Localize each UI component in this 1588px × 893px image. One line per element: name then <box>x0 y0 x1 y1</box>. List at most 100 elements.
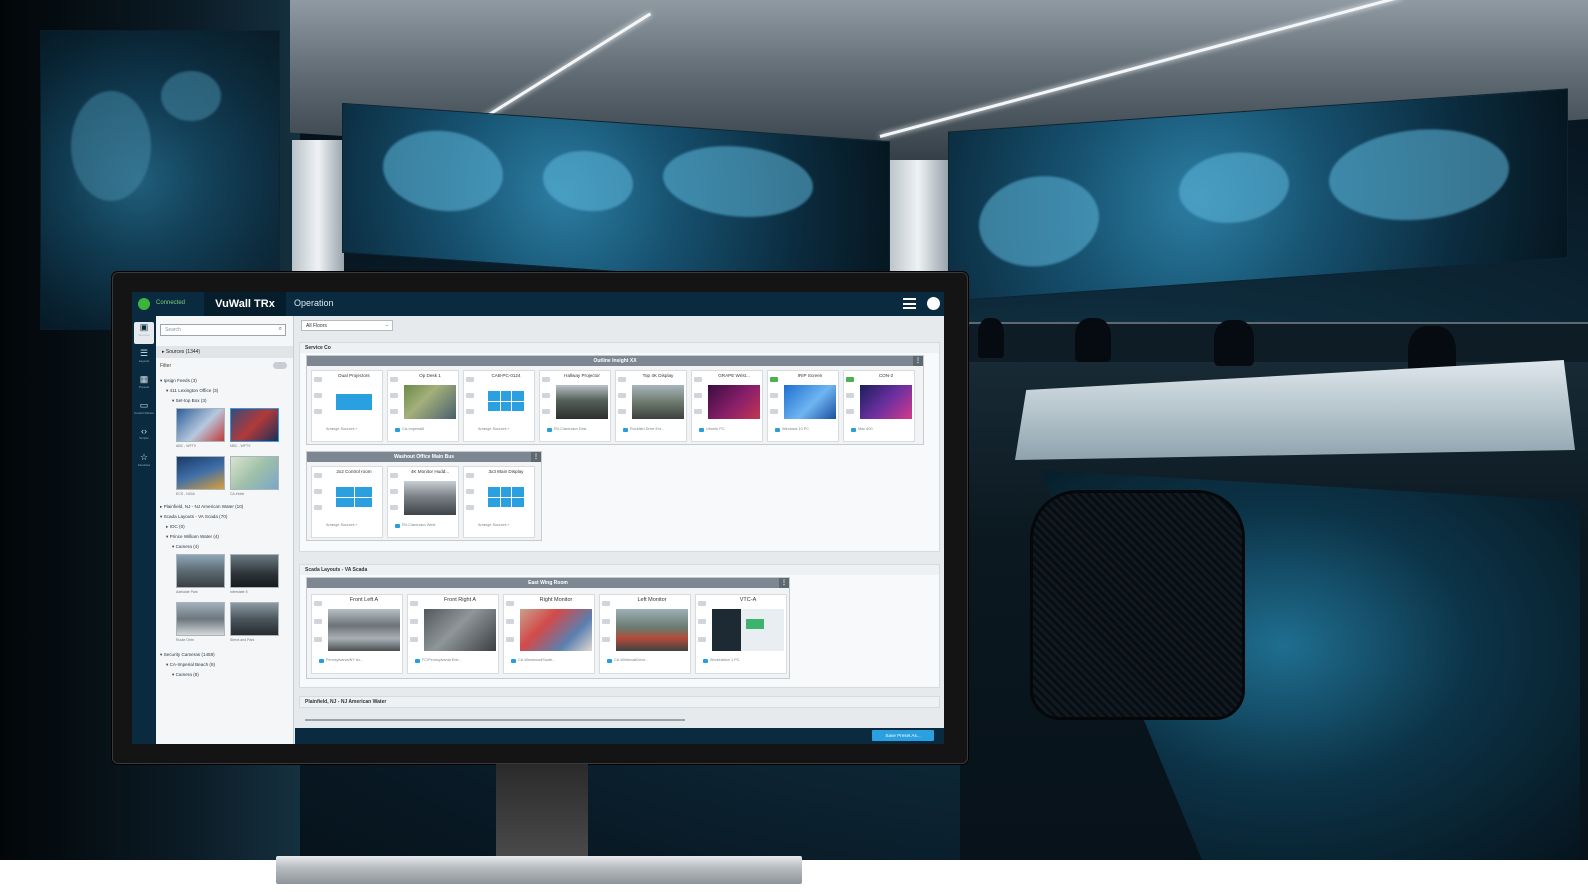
source-thumbnail[interactable] <box>176 456 225 490</box>
rail-scripts[interactable]: ‹› Scripts <box>134 426 154 448</box>
sources-header[interactable]: ▸ Sources (1344) <box>156 346 293 358</box>
tree-node[interactable]: ▸ IOC (0) <box>166 524 185 530</box>
section-title: Scada Layouts - VA Scada <box>300 565 939 575</box>
rail-control-panels[interactable]: ▭ Control Panels <box>134 400 154 422</box>
display-tile[interactable]: CON-2 Mac 800 <box>843 370 915 442</box>
rail-layouts[interactable]: ☰ Layouts <box>134 348 154 370</box>
source-preview <box>784 385 836 419</box>
display-tile[interactable]: Top 4K Display Rockfish Drive Ext... <box>615 370 687 442</box>
tree-node[interactable]: ▾ Prince William Water (4) <box>166 534 219 540</box>
display-tile[interactable]: Front Right A FC/Pennsylvania Entr... <box>407 594 499 674</box>
display-tile[interactable]: Dual Projectors Arrange Sources + <box>311 370 383 442</box>
source-thumbnail[interactable] <box>230 408 279 442</box>
kebab-menu-icon[interactable]: ⋮ <box>531 452 541 462</box>
source-preview <box>632 385 684 419</box>
layout-preview <box>480 481 532 515</box>
display-tile[interactable]: 4K Monitor Hudd... RV-Clarendon West <box>387 466 459 538</box>
bottom-bar: Save Preset As... <box>295 728 944 744</box>
source-thumbnail[interactable] <box>176 554 225 588</box>
search-input[interactable]: Search ⌕ <box>160 324 286 336</box>
chevron-down-icon: ⌄ <box>384 322 389 328</box>
wall-group: Outline Insight XX ⋮ Dual Projectors Arran… <box>306 355 924 445</box>
display-tile[interactable]: Hallway Projector RV-Clarendon East <box>539 370 611 442</box>
chair <box>978 318 1004 358</box>
kebab-menu-icon[interactable]: ⋮ <box>913 356 923 366</box>
tree-node[interactable]: ▸ Plainfield, NJ - NJ American Water (10… <box>160 504 243 510</box>
rail-sources[interactable]: ▣ Sources <box>134 322 154 344</box>
filter-label: Filter <box>160 363 172 369</box>
tree-node[interactable]: ▾ Scada Layouts - VA Scada (70) <box>160 514 227 520</box>
source-preview <box>328 609 400 651</box>
source-thumbnail[interactable] <box>230 456 279 490</box>
group-title: Washout Office Main Bus ⋮ <box>307 452 541 462</box>
desk-row <box>968 322 1588 362</box>
icon-rail: ▣ Sources ☰ Layouts ▦ Presets ▭ Control Pane… <box>132 316 156 744</box>
sources-sidebar: Search ⌕ ▸ Sources (1344) Filter ▾ Ipsig… <box>156 316 294 744</box>
tree-node[interactable]: ▾ Set-top Box (3) <box>172 398 207 404</box>
section-title: Plainfield, NJ - NJ American Water <box>300 697 939 707</box>
display-tile[interactable]: Right Monitor CA-WestwoodSouth... <box>503 594 595 674</box>
display-tile[interactable]: 2x2 Control room Arrange Sources + <box>311 466 383 538</box>
connected-status-icon <box>138 298 150 310</box>
source-preview <box>860 385 912 419</box>
display-tile[interactable]: Left Monitor CA-WhiteoakDrive... <box>599 594 691 674</box>
display-tile[interactable]: Op Desk 1 CA-Imperial6 <box>387 370 459 442</box>
source-preview <box>520 609 592 651</box>
thumbnail-caption: ECS - NGIA <box>176 492 195 496</box>
layout-preview <box>328 481 380 515</box>
tree-node[interactable]: ▾ 411 Lexington Office (3) <box>166 388 218 394</box>
tree-node[interactable]: ▾ CA-Imperial Beach (8) <box>166 662 215 668</box>
monitor-stand-neck <box>496 764 588 856</box>
connection-label: Connected <box>156 300 186 306</box>
rail-presets[interactable]: ▦ Presets <box>134 374 154 396</box>
display-tile[interactable]: 3x3 Main Display Arrange Sources + <box>463 466 535 538</box>
hamburger-icon[interactable] <box>903 298 916 309</box>
display-tile[interactable]: VTC-A Workstation 1 PC <box>695 594 787 674</box>
filter-toggle[interactable] <box>273 362 287 369</box>
source-preview <box>708 385 760 419</box>
tree-node[interactable]: ▾ Ipsign Feeds (3) <box>160 378 197 384</box>
thumbnail-caption: Adelaide Park <box>176 590 198 594</box>
display-tile[interactable]: Front Left A Pennsylvania/NY Av... <box>311 594 403 674</box>
thumbnail-caption: CA-Hotel <box>230 492 245 496</box>
thumbnail-caption: Route Orrin <box>176 638 195 642</box>
foreground-chair <box>1030 490 1245 720</box>
section-service-co: Service Co Outline Insight XX ⋮ Dual Proj… <box>299 342 940 552</box>
source-thumbnail[interactable] <box>230 602 279 636</box>
thumbnail-caption: ABC - WFTV <box>176 444 197 448</box>
thumbnail-caption: Interstate 5 <box>230 590 248 594</box>
kebab-menu-icon[interactable]: ⋮ <box>779 578 789 588</box>
layout-preview <box>328 385 380 419</box>
section-plainfield: Plainfield, NJ - NJ American Water <box>299 696 940 708</box>
tree-node[interactable]: ▾ Camera (8) <box>172 672 199 678</box>
source-thumbnail[interactable] <box>176 602 225 636</box>
thumbnail-caption: NBC - WFTV <box>230 444 251 448</box>
source-thumbnail[interactable] <box>230 554 279 588</box>
search-icon: ⌕ <box>278 326 282 332</box>
source-thumbnail[interactable] <box>176 408 225 442</box>
save-preset-button[interactable]: Save Preset As... <box>872 730 934 741</box>
display-tile[interactable]: CAB-PC-0124 Arrange Sources + <box>463 370 535 442</box>
section-scada-layouts: Scada Layouts - VA Scada East Wing Room ⋮… <box>299 564 940 688</box>
display-tile[interactable]: IRIP Screen Windows 10 PC <box>767 370 839 442</box>
display-tile[interactable]: GRAPE Wrist... Ubuntu PC <box>691 370 763 442</box>
rail-favorites[interactable]: ☆ Favorites <box>134 452 154 474</box>
floors-select[interactable]: All Floors ⌄ <box>301 320 393 331</box>
source-preview <box>712 609 784 651</box>
source-preview <box>404 481 456 515</box>
horizontal-scrollbar[interactable] <box>305 719 685 721</box>
vuwall-app-screen: Connected VuWall TRx Operation ▣ Sources … <box>132 292 944 744</box>
app-brand: VuWall TRx <box>204 292 286 316</box>
mode-title: Operation <box>294 298 334 308</box>
wall-group: Washout Office Main Bus ⋮ 2x2 Control roo… <box>306 451 542 541</box>
chair <box>1075 318 1111 362</box>
user-icon[interactable] <box>927 297 940 310</box>
search-placeholder: Search <box>165 327 181 333</box>
pillar <box>888 160 948 275</box>
top-bar: Connected VuWall TRx Operation <box>132 292 944 316</box>
source-preview <box>404 385 456 419</box>
tree-node[interactable]: ▾ Security Cameras (1458) <box>160 652 215 658</box>
source-preview <box>424 609 496 651</box>
tree-node[interactable]: ▾ Camera (4) <box>172 544 199 550</box>
thumbnail-caption: Sierra and Park <box>230 638 255 642</box>
